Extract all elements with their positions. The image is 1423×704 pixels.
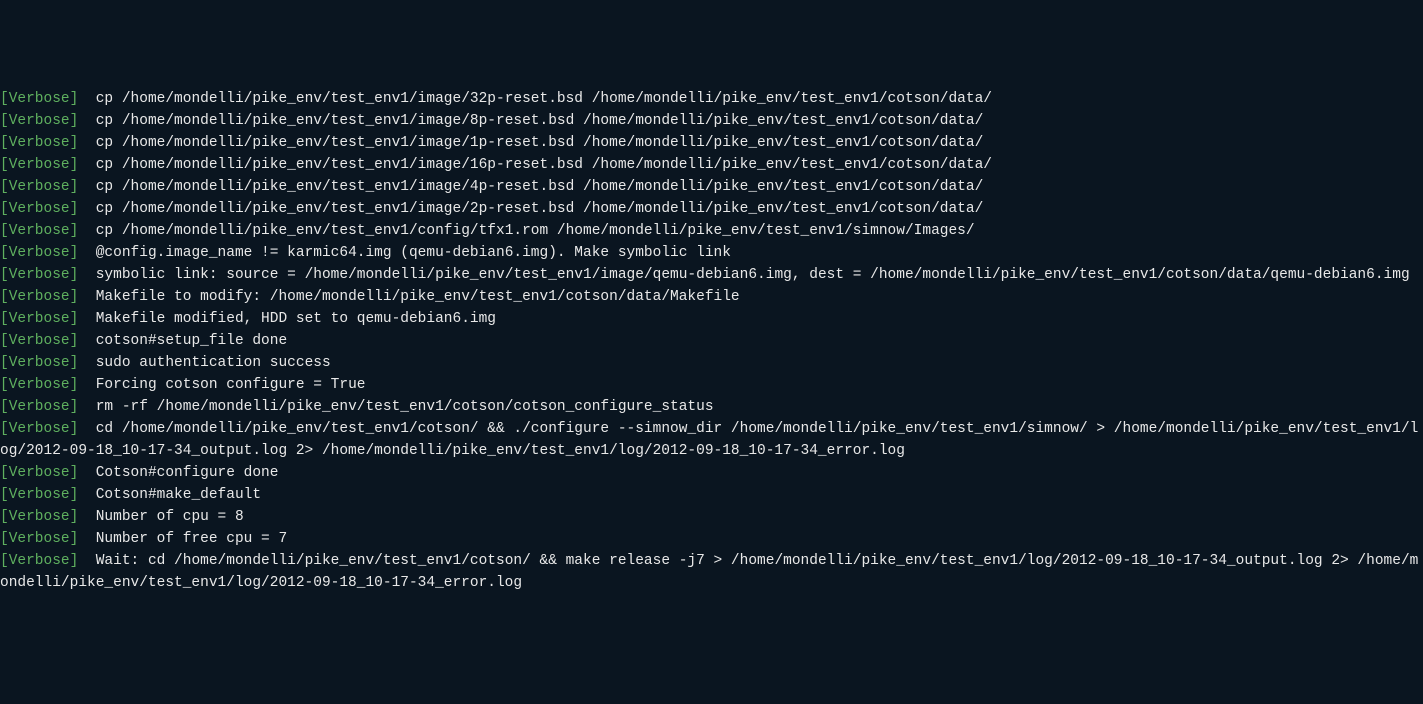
log-message: cp /home/mondelli/pike_env/test_env1/ima… bbox=[78, 91, 992, 107]
log-level-tag: [Verbose] bbox=[0, 135, 78, 151]
log-line: [Verbose] Makefile to modify: /home/mond… bbox=[0, 286, 1423, 308]
log-level-tag: [Verbose] bbox=[0, 267, 78, 283]
log-line: [Verbose] cp /home/mondelli/pike_env/tes… bbox=[0, 132, 1423, 154]
log-message: symbolic link: source = /home/mondelli/p… bbox=[78, 267, 1409, 283]
log-level-tag: [Verbose] bbox=[0, 91, 78, 107]
log-level-tag: [Verbose] bbox=[0, 509, 78, 525]
log-level-tag: [Verbose] bbox=[0, 311, 78, 327]
log-line: [Verbose] cp /home/mondelli/pike_env/tes… bbox=[0, 88, 1423, 110]
log-message: rm -rf /home/mondelli/pike_env/test_env1… bbox=[78, 399, 713, 415]
log-level-tag: [Verbose] bbox=[0, 289, 78, 305]
log-level-tag: [Verbose] bbox=[0, 553, 78, 569]
log-message: cp /home/mondelli/pike_env/test_env1/ima… bbox=[78, 135, 983, 151]
log-line: [Verbose] cotson#setup_file done bbox=[0, 330, 1423, 352]
log-message: Cotson#configure done bbox=[78, 465, 278, 481]
log-message: sudo authentication success bbox=[78, 355, 330, 371]
log-level-tag: [Verbose] bbox=[0, 223, 78, 239]
log-line: [Verbose] cp /home/mondelli/pike_env/tes… bbox=[0, 198, 1423, 220]
log-message: Number of cpu = 8 bbox=[78, 509, 243, 525]
log-line: [Verbose] rm -rf /home/mondelli/pike_env… bbox=[0, 396, 1423, 418]
log-level-tag: [Verbose] bbox=[0, 113, 78, 129]
log-line: [Verbose] Number of free cpu = 7 bbox=[0, 528, 1423, 550]
log-line: [Verbose] @config.image_name != karmic64… bbox=[0, 242, 1423, 264]
log-level-tag: [Verbose] bbox=[0, 157, 78, 173]
log-message: Makefile to modify: /home/mondelli/pike_… bbox=[78, 289, 739, 305]
log-message: Wait: cd /home/mondelli/pike_env/test_en… bbox=[0, 553, 1418, 591]
log-level-tag: [Verbose] bbox=[0, 355, 78, 371]
log-message: @config.image_name != karmic64.img (qemu… bbox=[78, 245, 731, 261]
log-level-tag: [Verbose] bbox=[0, 465, 78, 481]
log-line: [Verbose] Wait: cd /home/mondelli/pike_e… bbox=[0, 550, 1423, 594]
log-message: Number of free cpu = 7 bbox=[78, 531, 287, 547]
log-line: [Verbose] cp /home/mondelli/pike_env/tes… bbox=[0, 154, 1423, 176]
log-level-tag: [Verbose] bbox=[0, 487, 78, 503]
log-line: [Verbose] symbolic link: source = /home/… bbox=[0, 264, 1423, 286]
log-message: cp /home/mondelli/pike_env/test_env1/ima… bbox=[78, 179, 983, 195]
log-message: Cotson#make_default bbox=[78, 487, 261, 503]
log-line: [Verbose] Makefile modified, HDD set to … bbox=[0, 308, 1423, 330]
log-message: cp /home/mondelli/pike_env/test_env1/ima… bbox=[78, 113, 983, 129]
log-line: [Verbose] cd /home/mondelli/pike_env/tes… bbox=[0, 418, 1423, 462]
terminal-output: [Verbose] cp /home/mondelli/pike_env/tes… bbox=[0, 88, 1423, 594]
log-level-tag: [Verbose] bbox=[0, 201, 78, 217]
log-line: [Verbose] Forcing cotson configure = Tru… bbox=[0, 374, 1423, 396]
log-message: cotson#setup_file done bbox=[78, 333, 287, 349]
log-line: [Verbose] cp /home/mondelli/pike_env/tes… bbox=[0, 110, 1423, 132]
log-message: cp /home/mondelli/pike_env/test_env1/con… bbox=[78, 223, 974, 239]
log-level-tag: [Verbose] bbox=[0, 377, 78, 393]
log-message: cp /home/mondelli/pike_env/test_env1/ima… bbox=[78, 157, 992, 173]
log-line: [Verbose] cp /home/mondelli/pike_env/tes… bbox=[0, 220, 1423, 242]
log-line: [Verbose] Number of cpu = 8 bbox=[0, 506, 1423, 528]
log-level-tag: [Verbose] bbox=[0, 179, 78, 195]
log-line: [Verbose] sudo authentication success bbox=[0, 352, 1423, 374]
log-level-tag: [Verbose] bbox=[0, 245, 78, 261]
log-level-tag: [Verbose] bbox=[0, 421, 78, 437]
log-message: cd /home/mondelli/pike_env/test_env1/cot… bbox=[0, 421, 1418, 459]
log-line: [Verbose] Cotson#make_default bbox=[0, 484, 1423, 506]
log-line: [Verbose] cp /home/mondelli/pike_env/tes… bbox=[0, 176, 1423, 198]
log-level-tag: [Verbose] bbox=[0, 399, 78, 415]
log-message: cp /home/mondelli/pike_env/test_env1/ima… bbox=[78, 201, 983, 217]
log-level-tag: [Verbose] bbox=[0, 531, 78, 547]
log-message: Forcing cotson configure = True bbox=[78, 377, 365, 393]
log-line: [Verbose] Cotson#configure done bbox=[0, 462, 1423, 484]
log-level-tag: [Verbose] bbox=[0, 333, 78, 349]
log-message: Makefile modified, HDD set to qemu-debia… bbox=[78, 311, 496, 327]
